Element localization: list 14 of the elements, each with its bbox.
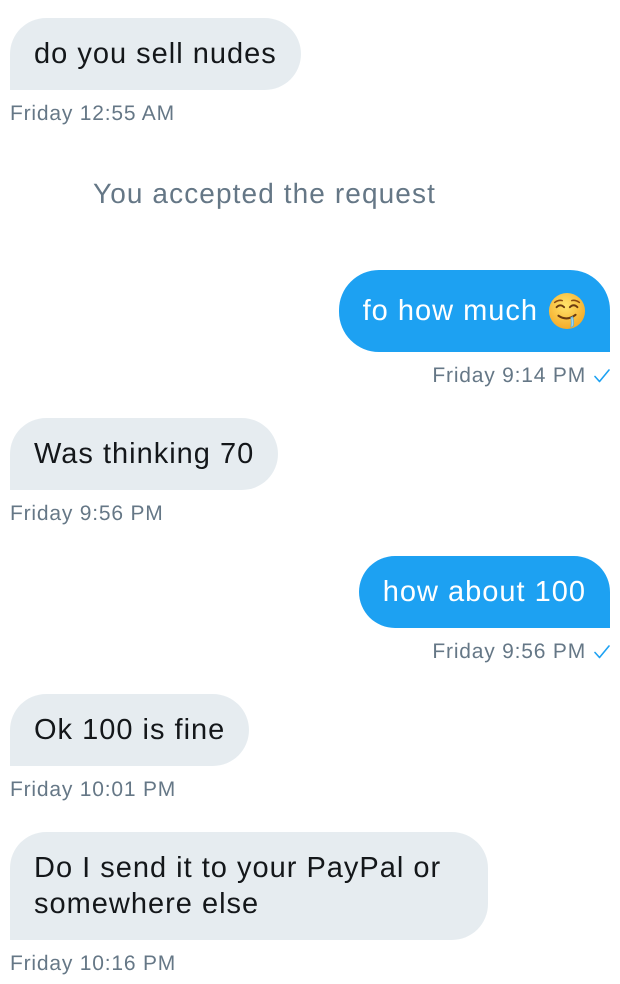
system-notice: You accepted the request (93, 177, 436, 211)
drooling-face-icon (548, 292, 586, 330)
message-text: how about 100 (382, 575, 586, 610)
timestamp: Friday 9:56 PM (432, 640, 586, 664)
message-text: do you sell nudes (34, 37, 277, 72)
message-text: Do I send it to your PayPal or somewhere else (34, 851, 442, 922)
timestamp: Friday 9:56 PM (10, 502, 164, 526)
timestamp: Friday 10:01 PM (10, 778, 176, 802)
timestamp: Friday 9:14 PM (432, 364, 586, 388)
message-text: fo how much (362, 294, 538, 329)
message-text: Ok 100 is fine (34, 713, 226, 748)
timestamp: Friday 10:16 PM (10, 952, 176, 976)
message-text: Was thinking 70 (34, 437, 254, 472)
timestamp: Friday 12:55 AM (10, 102, 175, 126)
